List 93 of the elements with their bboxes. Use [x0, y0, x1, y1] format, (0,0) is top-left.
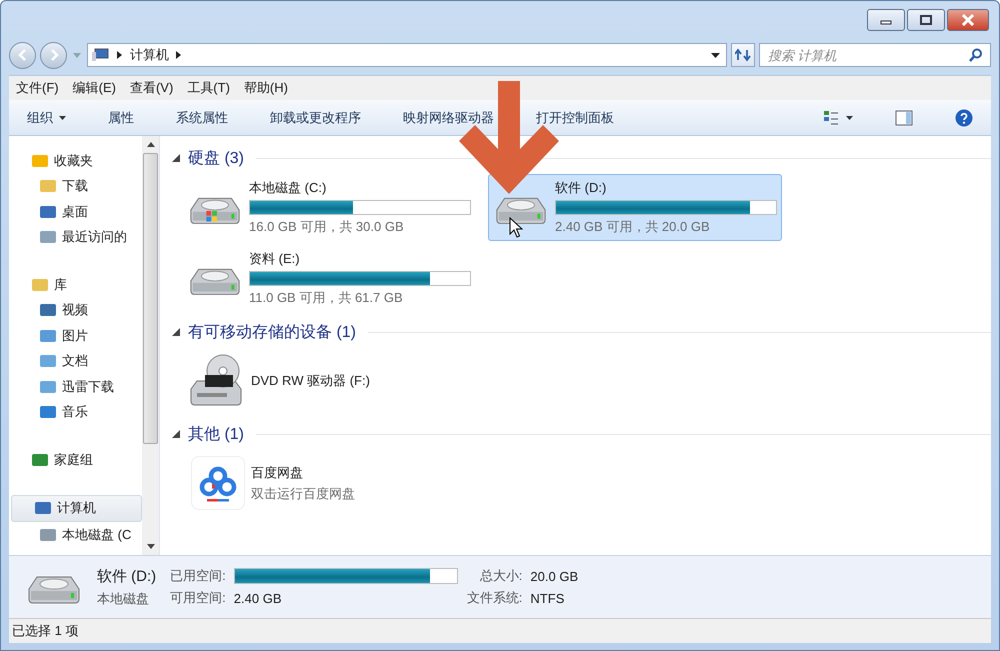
drive-space-text: 11.0 GB 可用，共 61.7 GB	[249, 289, 404, 307]
nav-icon	[39, 178, 57, 194]
menu-item[interactable]: 帮助(H)	[238, 79, 293, 97]
scrollbar[interactable]	[142, 136, 159, 555]
nav-icon	[34, 500, 52, 516]
sidebar-item[interactable]: 计算机	[11, 494, 142, 522]
toolbar-button[interactable]: 映射网络驱动器	[395, 104, 502, 130]
back-button[interactable]	[9, 42, 36, 68]
mouse-cursor-icon	[509, 217, 523, 239]
collapse-triangle-icon[interactable]	[172, 328, 180, 336]
breadcrumb[interactable]: 计算机	[130, 46, 169, 64]
field-label: 总大小:	[478, 567, 522, 585]
collapse-triangle-icon[interactable]	[172, 154, 180, 162]
maximize-button[interactable]	[907, 9, 945, 31]
nav-icon	[39, 378, 57, 395]
drive-type: 本地磁盘	[97, 590, 150, 608]
nav-icon	[39, 204, 57, 220]
computer-icon	[92, 48, 110, 62]
drive-space-text: 双击运行百度网盘	[251, 484, 356, 502]
breadcrumb-arrow-icon[interactable]	[117, 51, 123, 59]
drive-space-text: 16.0 GB 可用，共 30.0 GB	[249, 218, 405, 236]
minimize-button[interactable]	[867, 9, 905, 31]
nav-icon	[39, 404, 57, 420]
close-icon	[961, 14, 975, 26]
status-text: 已选择 1 项	[12, 622, 78, 640]
drive-name: 资料 (E:)	[249, 250, 301, 268]
dropdown-caret-icon[interactable]	[711, 52, 720, 58]
menu-item[interactable]: 工具(T)	[182, 79, 235, 97]
search-icon[interactable]	[969, 48, 983, 62]
breadcrumb-arrow-icon[interactable]	[176, 51, 182, 59]
forward-button[interactable]	[40, 42, 67, 68]
refresh-button[interactable]	[731, 43, 755, 67]
sidebar-item[interactable]: 迅雷下载	[9, 374, 142, 400]
search-field[interactable]: 搜索 计算机	[759, 43, 991, 67]
drive-name: 百度网盘	[251, 464, 304, 482]
nav-icon	[31, 152, 49, 169]
nav-icon	[39, 353, 57, 370]
field-label: 文件系统:	[466, 589, 522, 607]
help-icon	[955, 108, 973, 126]
pane-icon	[895, 110, 913, 126]
address-bar[interactable]: 计算机	[87, 43, 727, 67]
scroll-down-icon[interactable]	[146, 544, 154, 549]
nav-icon	[39, 229, 57, 246]
sidebar-item[interactable]: 收藏夹	[9, 148, 142, 174]
nav-icon	[39, 328, 57, 344]
sidebar-item[interactable]: 下载	[9, 174, 142, 199]
drive-tile[interactable]: DVD RW 驱动器 (F:)	[182, 348, 476, 414]
drive-tile[interactable]: 资料 (E:) 11.0 GB 可用，共 61.7 GB	[182, 245, 476, 312]
field-label: 可用空间:	[170, 589, 226, 607]
drive-name: 本地磁盘 (C:)	[249, 179, 328, 197]
sidebar-item[interactable]: 桌面	[9, 199, 142, 224]
sidebar-item[interactable]: 视频	[9, 298, 142, 323]
field-value: 20.0 GB	[530, 568, 578, 584]
view-list-icon	[823, 110, 853, 126]
sidebar-item[interactable]: 图片	[9, 323, 142, 348]
sidebar-item[interactable]: 库	[9, 272, 142, 298]
sidebar-item[interactable]: 家庭组	[9, 447, 142, 472]
sidebar-item[interactable]: 最近访问的	[9, 224, 142, 250]
field-label: 已用空间:	[170, 567, 226, 585]
group-header[interactable]: 硬盘 (3)	[188, 148, 244, 168]
toolbar-button[interactable]: 打开控制面板	[528, 104, 622, 130]
group-header[interactable]: 有可移动存储的设备 (1)	[188, 322, 356, 342]
drive-tile[interactable]: 本地磁盘 (C:) 16.0 GB 可用，共 30.0 GB	[182, 174, 476, 241]
refresh-arrows-icon	[735, 48, 751, 62]
drive-tile[interactable]: 百度网盘 双击运行百度网盘	[182, 450, 476, 516]
drive-tile[interactable]: 软件 (D:) 2.40 GB 可用，共 20.0 GB	[488, 174, 782, 241]
toolbar-button[interactable]: 属性	[100, 104, 142, 130]
drive-space-text: 2.40 GB 可用，共 20.0 GB	[555, 218, 711, 236]
nav-icon	[31, 276, 49, 293]
drive-name: 软件 (D:)	[97, 566, 156, 586]
field-value: NTFS	[530, 590, 566, 606]
toolbar-button[interactable]: 组织	[19, 104, 74, 130]
close-button[interactable]	[947, 9, 989, 31]
caret-icon	[59, 116, 66, 120]
drive-name: DVD RW 驱动器 (F:)	[251, 372, 371, 390]
sidebar-item[interactable]: 本地磁盘 (C	[9, 522, 142, 548]
field-value: 2.40 GB	[234, 590, 282, 606]
collapse-triangle-icon[interactable]	[172, 430, 180, 438]
menu-item[interactable]: 查看(V)	[124, 79, 178, 97]
scroll-up-icon[interactable]	[146, 142, 154, 147]
toolbar-button[interactable]: 系统属性	[168, 104, 236, 130]
drive-name: 软件 (D:)	[555, 179, 608, 197]
nav-icon	[39, 302, 57, 318]
nav-icon	[39, 526, 57, 543]
sidebar-item[interactable]: 音乐	[9, 400, 142, 425]
nav-icon	[31, 452, 49, 468]
menu-item[interactable]: 文件(F)	[11, 79, 64, 97]
maximize-icon	[919, 15, 933, 25]
cloud-app-icon	[191, 456, 245, 510]
toolbar-button[interactable]: 卸载或更改程序	[262, 104, 369, 130]
sidebar-item[interactable]: 文档	[9, 348, 142, 374]
menu-item[interactable]: 编辑(E)	[68, 79, 121, 97]
group-header[interactable]: 其他 (1)	[188, 424, 244, 444]
